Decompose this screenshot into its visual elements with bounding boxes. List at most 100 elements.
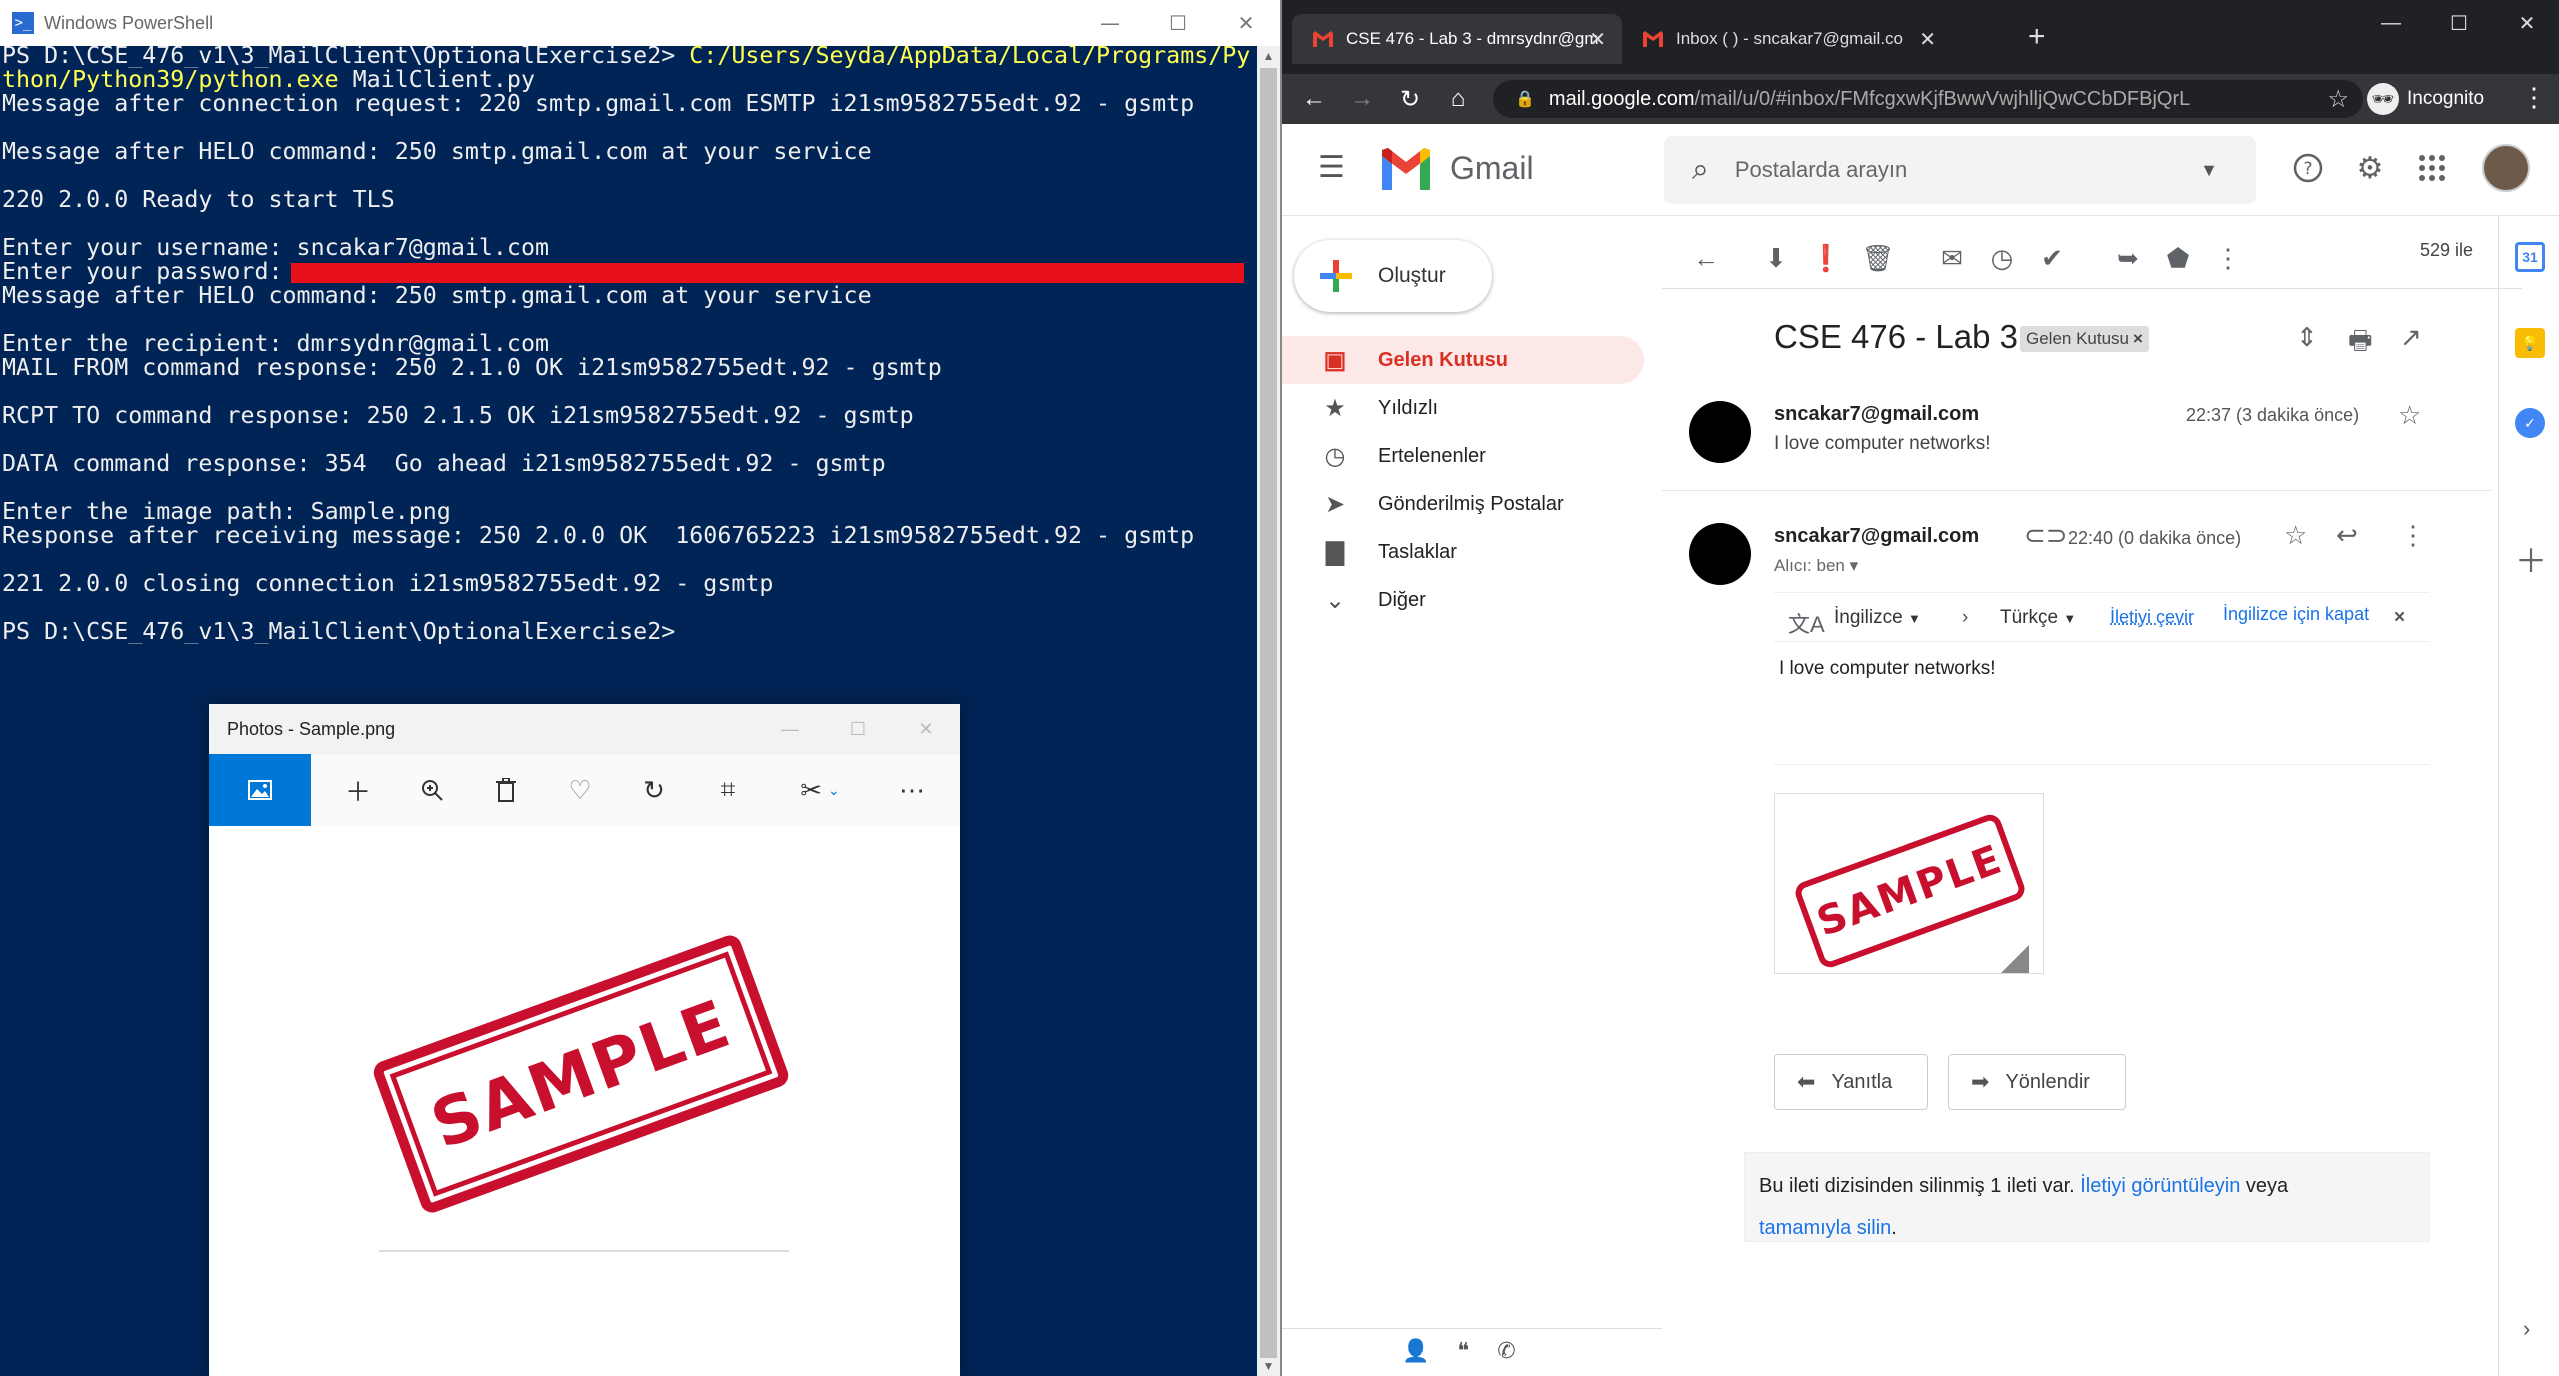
- nav-item-more[interactable]: ⌄ Diğer: [1282, 576, 1642, 624]
- delete-icon[interactable]: 🗑: [1858, 238, 1898, 278]
- move-to-icon[interactable]: ➥: [2108, 238, 2148, 278]
- new-tab-button[interactable]: +: [2028, 20, 2046, 54]
- gmail-logo[interactable]: Gmail: [1378, 146, 1534, 190]
- edit-icon[interactable]: ✂ ⌄: [765, 754, 875, 826]
- report-spam-icon[interactable]: ❗: [1806, 238, 1846, 278]
- compose-button[interactable]: Oluştur: [1294, 240, 1492, 312]
- keep-icon[interactable]: 💡: [2515, 328, 2545, 358]
- favorite-icon[interactable]: ♡: [543, 754, 617, 826]
- crop-icon[interactable]: ⌗: [691, 754, 765, 826]
- snooze-icon[interactable]: ◷: [1982, 238, 2022, 278]
- sender-email[interactable]: sncakar7@gmail.com: [1774, 403, 1979, 426]
- more-icon[interactable]: ⋮: [2400, 520, 2426, 551]
- close-button[interactable]: ✕: [1212, 0, 1280, 46]
- home-icon[interactable]: ⌂: [1434, 79, 1482, 119]
- minimize-button[interactable]: —: [2357, 0, 2425, 46]
- search-icon[interactable]: ⌕: [1692, 153, 1709, 187]
- zoom-icon[interactable]: [395, 754, 469, 826]
- help-icon[interactable]: ?: [2288, 148, 2328, 188]
- close-translate-icon[interactable]: ×: [2394, 607, 2405, 629]
- settings-gear-icon[interactable]: ⚙: [2350, 148, 2390, 188]
- bookmark-star-icon[interactable]: ☆: [2327, 85, 2349, 114]
- archive-icon[interactable]: ⬇: [1756, 238, 1796, 278]
- tab-cse476[interactable]: CSE 476 - Lab 3 - dmrsydnr@gm ✕: [1292, 14, 1622, 64]
- maximize-button[interactable]: ☐: [1144, 0, 1212, 46]
- photos-window[interactable]: Photos - Sample.png — ☐ ✕ ＋ ♡ ↻ ⌗ ✂ ⌄ ⋯ S…: [209, 704, 960, 1376]
- hamburger-menu-icon[interactable]: ☰: [1318, 150, 1345, 185]
- reload-icon[interactable]: ↻: [1386, 79, 1434, 119]
- close-button[interactable]: ✕: [2493, 0, 2559, 46]
- more-options-icon[interactable]: ⋮: [2208, 238, 2248, 278]
- mark-unread-icon[interactable]: ✉: [1932, 238, 1972, 278]
- nav-item-sent[interactable]: ➤ Gönderilmiş Postalar: [1282, 480, 1642, 528]
- chevron-right-icon[interactable]: ›: [2523, 1316, 2530, 1342]
- scrollbar-thumb[interactable]: [1260, 68, 1277, 1358]
- label-remove-icon[interactable]: ×: [2133, 329, 2143, 349]
- message-snippet[interactable]: I love computer networks!: [1774, 433, 1990, 455]
- forward-icon[interactable]: →: [1338, 79, 1386, 119]
- open-new-window-icon[interactable]: ↗: [2400, 322, 2422, 353]
- image-attachment[interactable]: SAMPLE: [1774, 793, 2044, 974]
- tab-close-icon[interactable]: ✕: [1919, 27, 1936, 52]
- print-icon[interactable]: 🖶: [2348, 322, 2373, 366]
- reply-icon[interactable]: ↩: [2336, 520, 2358, 551]
- more-icon[interactable]: ⋯: [875, 754, 949, 826]
- delete-icon[interactable]: [469, 754, 543, 826]
- calendar-icon[interactable]: 31: [2515, 242, 2545, 272]
- image-icon[interactable]: [209, 754, 311, 826]
- sender-email[interactable]: sncakar7@gmail.com: [1774, 525, 1979, 548]
- photos-titlebar[interactable]: Photos - Sample.png — ☐ ✕: [209, 704, 960, 754]
- add-to-tasks-icon[interactable]: ✔: [2032, 238, 2072, 278]
- close-button[interactable]: ✕: [892, 704, 960, 754]
- contacts-icon[interactable]: 👤: [1402, 1338, 1429, 1364]
- browser-menu-icon[interactable]: ⋮: [2521, 82, 2547, 113]
- add-addon-icon[interactable]: ＋: [2515, 536, 2547, 582]
- search-options-icon[interactable]: ▼: [2200, 160, 2218, 181]
- powershell-console[interactable]: PS D:\CSE_476_v1\3_MailClient\OptionalEx…: [2, 44, 1260, 644]
- expand-all-icon[interactable]: ⇕: [2296, 322, 2318, 353]
- tasks-icon[interactable]: ✓: [2515, 408, 2545, 438]
- powershell-scrollbar[interactable]: ▲ ▼: [1257, 46, 1280, 1376]
- console-line: PS D:\CSE_476_v1\3_MailClient\OptionalEx…: [2, 620, 1260, 644]
- add-icon[interactable]: ＋: [321, 754, 395, 826]
- star-icon[interactable]: ☆: [2284, 520, 2307, 551]
- turn-off-translation-link[interactable]: İngilizce için kapat: [2223, 604, 2369, 625]
- search-bar[interactable]: ⌕ Postalarda arayın ▼: [1664, 136, 2256, 204]
- reply-button[interactable]: ⬅ Yanıtla: [1774, 1054, 1928, 1110]
- delete-forever-link[interactable]: tamamıyla silin: [1759, 1217, 1891, 1239]
- account-avatar[interactable]: [2482, 144, 2530, 192]
- back-to-inbox-icon[interactable]: ←: [1686, 238, 1726, 278]
- maximize-button[interactable]: ☐: [2425, 0, 2493, 46]
- back-icon[interactable]: ←: [1290, 79, 1338, 119]
- inbox-label-chip[interactable]: Gelen Kutusu ×: [2020, 326, 2149, 352]
- nav-item-drafts[interactable]: ▇ Taslaklar: [1282, 528, 1642, 576]
- recipient-details[interactable]: Alıcı: ben ▾: [1774, 556, 1858, 576]
- incognito-indicator[interactable]: 🕶 Incognito: [2367, 80, 2484, 118]
- details-caret-icon[interactable]: ▾: [1850, 556, 1859, 575]
- console-line: Enter the recipient: dmrsydnr@gmail.com: [2, 332, 1260, 356]
- scroll-down-icon[interactable]: ▼: [1257, 1356, 1280, 1376]
- label-icon[interactable]: ⬟: [2158, 238, 2198, 278]
- maximize-button[interactable]: ☐: [824, 704, 892, 754]
- address-bar[interactable]: 🔒 mail.google.com/mail/u/0/#inbox/FMfcgx…: [1493, 80, 2363, 118]
- rotate-icon[interactable]: ↻: [617, 754, 691, 826]
- tab-inbox[interactable]: Inbox ( ) - sncakar7@gmail.co ✕: [1622, 14, 1952, 64]
- scroll-up-icon[interactable]: ▲: [1257, 46, 1280, 66]
- apps-grid-icon[interactable]: [2412, 148, 2452, 188]
- translate-message-link[interactable]: İletiyi çevir: [2110, 607, 2194, 628]
- source-language[interactable]: İngilizce ▼: [1834, 607, 1921, 629]
- nav-item-inbox[interactable]: ▣ Gelen Kutusu: [1282, 336, 1644, 384]
- nav-item-snoozed[interactable]: ◷ Ertelenenler: [1282, 432, 1642, 480]
- tab-close-icon[interactable]: ✕: [1589, 27, 1606, 52]
- target-language[interactable]: Türkçe ▼: [2000, 607, 2076, 629]
- phone-icon[interactable]: ✆: [1497, 1338, 1515, 1364]
- minimize-button[interactable]: —: [1076, 0, 1144, 46]
- powershell-titlebar[interactable]: >_ Windows PowerShell — ☐ ✕: [0, 0, 1280, 46]
- forward-button[interactable]: ➡ Yönlendir: [1948, 1054, 2126, 1110]
- nav-item-starred[interactable]: ★ Yıldızlı: [1282, 384, 1642, 432]
- star-icon[interactable]: ☆: [2398, 400, 2421, 431]
- minimize-button[interactable]: —: [756, 704, 824, 754]
- chrome-window[interactable]: CSE 476 - Lab 3 - dmrsydnr@gm ✕ Inbox ( …: [1280, 0, 2559, 1376]
- view-message-link[interactable]: İletiyi görüntüleyin: [2080, 1175, 2240, 1197]
- hangouts-icon[interactable]: ❝: [1457, 1338, 1469, 1364]
